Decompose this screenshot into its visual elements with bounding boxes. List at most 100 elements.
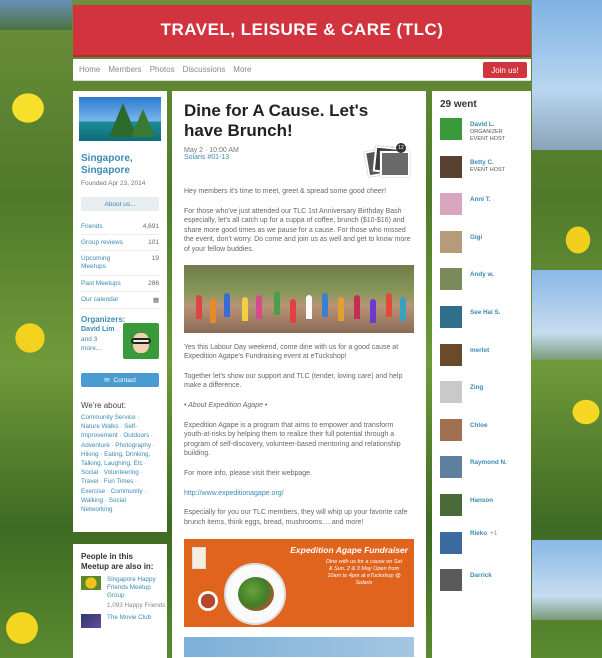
stat-group-reviews[interactable]: Group reviews 101 [81,235,159,251]
attendee-row[interactable]: Hanson [440,492,531,530]
event-title: Dine for A Cause. Let's have Brunch! [184,101,369,140]
stat-label: Past Meetups [81,280,121,287]
attendee-name[interactable]: merlot [470,347,489,355]
attendee-name[interactable]: Betty C. [470,159,505,167]
stat-friends[interactable]: Friends 4,691 [81,219,159,235]
stat-label: Friends [81,223,103,230]
event-photo[interactable] [184,637,414,658]
attendee-row[interactable]: Gigi [440,229,531,267]
attendee-avatar[interactable] [440,456,462,479]
attendee-row[interactable]: Zing [440,379,531,417]
attendee-name[interactable]: Hanson [470,497,493,505]
attendee-name[interactable]: David L. [470,121,505,129]
group-title[interactable]: TRAVEL, LEISURE & CARE (TLC) [161,20,444,40]
nav-photos[interactable]: Photos [150,65,175,74]
event-description: For those who've just attended our TLC 1… [184,207,411,253]
fundraiser-poster[interactable]: Expedition Agape Fundraiser Dine with us… [184,539,414,628]
nav-bar: Home Members Photos Discussions More Joi… [73,59,531,81]
stat-value: 4,691 [142,223,159,230]
event-description: Expedition Agape is a program that aims … [184,421,401,458]
attendee-avatar[interactable] [440,343,462,366]
attendee-name[interactable]: Rieko [470,530,487,537]
stat-value: 286 [148,280,159,287]
attendee-name[interactable]: Chloe [470,422,488,430]
attendee-name[interactable]: Darrick [470,572,492,580]
contact-label: Contact [113,376,136,384]
also-in-item[interactable]: The Movie Club [81,614,159,628]
stat-label: Upcoming Meetups [81,255,111,270]
topic-links[interactable]: Community Service · Nature Walks · Self-… [81,413,159,514]
background-sky [0,0,72,30]
mail-icon: ✉ [104,377,110,384]
organizers-section: Organizers: David Lim and 3 more... [81,315,159,363]
our-calendar-link[interactable]: Our calendar ▦ [81,292,159,309]
stat-past-meetups[interactable]: Past Meetups 286 [81,276,159,292]
attendee-avatar[interactable] [440,569,462,592]
stat-value: 101 [148,239,159,246]
attendee-avatar[interactable] [440,155,462,178]
guest-count: +1 [490,529,498,537]
group-location[interactable]: Singapore, Singapore [81,153,159,177]
also-in-group-name[interactable]: The Movie Club [107,614,151,628]
contact-button[interactable]: ✉ Contact [81,373,159,387]
poster-details: Dine with us for a cause on Sat & Sun, 2… [325,559,403,587]
attendee-row[interactable]: merlot [440,342,531,380]
attendee-avatar[interactable] [440,381,462,404]
attendee-name[interactable]: Zing [470,384,483,392]
event-description: Yes this Labour Day weekend, come dine w… [184,343,399,361]
founded-date: Founded Apr 23, 2014 [81,180,146,187]
also-in-item[interactable]: Singapore Happy Friends Meetup Group [81,576,159,600]
attendee-row[interactable]: David L. ORGANIZER EVENT HOST [440,116,531,154]
attendee-name[interactable]: Gigi [470,234,482,242]
stat-upcoming-meetups[interactable]: Upcoming Meetups 19 [81,251,159,276]
group-sidebar: Singapore, Singapore Founded Apr 23, 201… [73,91,167,532]
nav-home[interactable]: Home [79,65,100,74]
attendee-avatar[interactable] [440,193,462,216]
group-thumbnail [81,614,101,628]
background-mountains [532,0,602,150]
attendee-row[interactable]: Andy w. [440,266,531,304]
attendee-row[interactable]: Anni T. [440,191,531,229]
attendee-row[interactable]: See Hai S. [440,304,531,342]
attendee-name[interactable]: See Hai S. [470,309,500,317]
join-button[interactable]: Join us! [483,62,527,78]
attendee-row[interactable]: Chloe [440,417,531,455]
nav-discussions[interactable]: Discussions [183,65,226,74]
attendee-row[interactable]: Betty C. EVENT HOST [440,154,531,192]
attendee-row[interactable]: Rieko +1 [440,530,531,568]
attendee-name[interactable]: Andy w. [470,271,494,279]
background-mountains [532,270,602,360]
group-photo[interactable] [79,97,161,141]
stat-label: Group reviews [81,239,123,246]
nav-members[interactable]: Members [108,65,141,74]
event-details: Dine for A Cause. Let's have Brunch! May… [172,91,426,658]
attendee-row[interactable]: Raymond N. [440,454,531,492]
food-bowl [198,591,218,612]
attendee-avatar[interactable] [440,493,462,516]
photo-count-badge: 12 [396,143,406,153]
attendee-avatar[interactable] [440,531,462,554]
also-in-group-name[interactable]: Singapore Happy Friends Meetup Group [107,576,159,600]
attendee-avatar[interactable] [440,305,462,328]
attendee-avatar[interactable] [440,268,462,291]
attendee-name[interactable]: Anni T. [470,196,491,204]
event-photo-kids[interactable] [184,264,414,333]
attendee-name[interactable]: Raymond N. [470,459,507,467]
group-header: TRAVEL, LEISURE & CARE (TLC) [73,5,531,57]
attendee-list: David L. ORGANIZER EVENT HOST Betty C. EVENT… [432,116,531,605]
organizer-more-link[interactable]: and 3 more... [81,335,113,353]
poster-title: Expedition Agape Fundraiser [290,545,408,556]
food-plate [224,563,286,626]
attendee-avatar[interactable] [440,230,462,253]
about-us-button[interactable]: About us... [81,197,159,211]
drink-glass [192,547,206,570]
about-heading: We're about: [81,401,126,410]
attendee-avatar[interactable] [440,118,462,140]
expedition-agape-link[interactable]: http://www.expeditionagape.org/ [184,489,414,499]
event-photos-stack[interactable]: 12 [360,143,414,181]
event-description: Especially for you our TLC members, they… [184,509,408,526]
attendee-avatar[interactable] [440,418,462,441]
nav-more[interactable]: More [233,65,251,74]
attendee-row[interactable]: Darrick [440,567,531,605]
organizer-avatar[interactable] [123,323,159,359]
